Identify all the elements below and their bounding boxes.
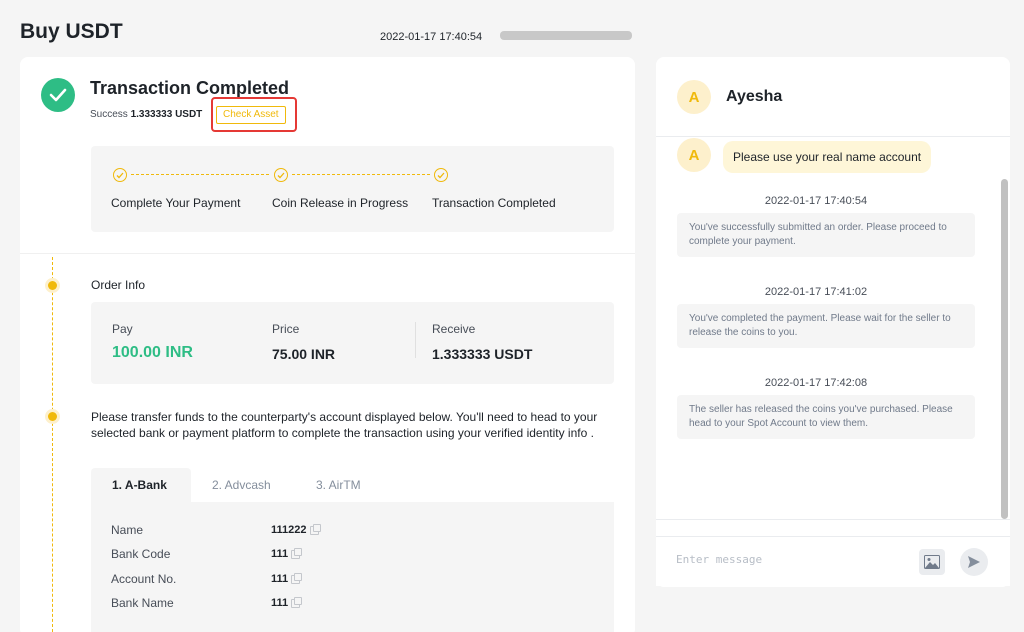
pay-label: Pay [112, 322, 133, 336]
order-panel: Transaction Completed Success 1.333333 U… [20, 57, 635, 632]
bank-field-value: 111 [271, 596, 303, 609]
copy-icon[interactable] [291, 547, 303, 559]
step-label: Transaction Completed [432, 196, 556, 210]
bank-value-text: 111 [271, 573, 289, 585]
bank-value-text: 111 [271, 548, 289, 560]
order-timestamp: 2022-01-17 17:40:54 [380, 31, 483, 43]
message-timestamp: 2022-01-17 17:40:54 [764, 195, 868, 207]
step-connector [131, 174, 269, 175]
success-amount: 1.333333 USDT [130, 109, 203, 120]
check-circle-icon [113, 168, 127, 182]
avatar: A [677, 138, 711, 172]
check-circle-icon [434, 168, 448, 182]
bank-field-label: Account No. [111, 572, 177, 586]
system-message: You've successfully submitted an order. … [677, 213, 975, 257]
message-timestamp: 2022-01-17 17:41:02 [764, 286, 868, 298]
tab-advcash[interactable]: 2. Advcash [212, 468, 271, 502]
timeline-dot [48, 281, 57, 290]
payment-instructions: Please transfer funds to the counterpart… [91, 410, 598, 440]
bank-field-value: 111 [271, 572, 303, 585]
price-value: 75.00 INR [272, 346, 336, 362]
copy-icon[interactable] [291, 572, 303, 584]
message-timestamp: 2022-01-17 17:42:08 [764, 377, 868, 389]
timeline-line [52, 257, 53, 632]
checkmark-icon [41, 78, 75, 112]
divider [20, 253, 635, 254]
receive-value: 1.333333 USDT [432, 346, 533, 362]
redacted-order-number [500, 31, 632, 40]
order-info-card: Pay 100.00 INR Price 75.00 INR Receive 1… [91, 302, 614, 384]
chat-header: A Ayesha [656, 57, 1010, 137]
message-input[interactable] [676, 553, 906, 566]
progress-steps: Complete Your Payment Coin Release in Pr… [91, 146, 614, 232]
bank-value-text: 111222 [271, 524, 307, 536]
bank-value-text: 111 [271, 597, 289, 609]
bank-field-value: 111 [271, 547, 303, 560]
timeline-dot [48, 412, 57, 421]
check-asset-button[interactable]: Check Asset [216, 106, 286, 124]
system-message: You've completed the payment. Please wai… [677, 304, 975, 348]
check-circle-icon [274, 168, 288, 182]
bank-field-value: 111222 [271, 523, 321, 536]
tab-a-bank[interactable]: 1. A-Bank [91, 468, 191, 502]
step-label: Complete Your Payment [111, 196, 241, 210]
bank-details-card: Name 111222 Bank Code 111 Account No. 11… [91, 502, 614, 632]
bank-field-label: Bank Name [111, 596, 174, 610]
divider [415, 322, 416, 358]
send-icon[interactable] [960, 548, 988, 576]
status-title: Transaction Completed [90, 78, 290, 98]
pay-value: 100.00 INR [112, 344, 193, 361]
step-label: Coin Release in Progress [272, 196, 409, 210]
copy-icon[interactable] [291, 596, 303, 608]
image-icon[interactable] [919, 549, 945, 575]
counterparty-name: Ayesha [726, 88, 783, 105]
chat-scrollbar[interactable] [1001, 179, 1008, 519]
receive-label: Receive [432, 322, 476, 336]
bank-field-label: Name [111, 523, 144, 537]
status-subtitle: Success 1.333333 USDT [90, 109, 202, 120]
success-label: Success [90, 109, 128, 120]
payment-method-tabs: 1. A-Bank 2. Advcash 3. AirTM [91, 468, 614, 502]
price-label: Price [272, 322, 300, 336]
system-message: The seller has released the coins you've… [677, 395, 975, 439]
page-title: Buy USDT [20, 20, 123, 43]
avatar: A [677, 80, 711, 114]
step-connector [292, 174, 430, 175]
copy-icon[interactable] [309, 523, 321, 535]
message-composer [656, 536, 1010, 586]
chat-bubble: Please use your real name account [723, 141, 932, 173]
order-info-title: Order Info [91, 278, 146, 292]
bank-field-label: Bank Code [111, 547, 171, 561]
chat-panel: A Ayesha A Please use your real name acc… [656, 57, 1010, 587]
tab-airtm[interactable]: 3. AirTM [316, 468, 361, 502]
chat-messages[interactable]: A Please use your real name account 2022… [656, 138, 1010, 520]
